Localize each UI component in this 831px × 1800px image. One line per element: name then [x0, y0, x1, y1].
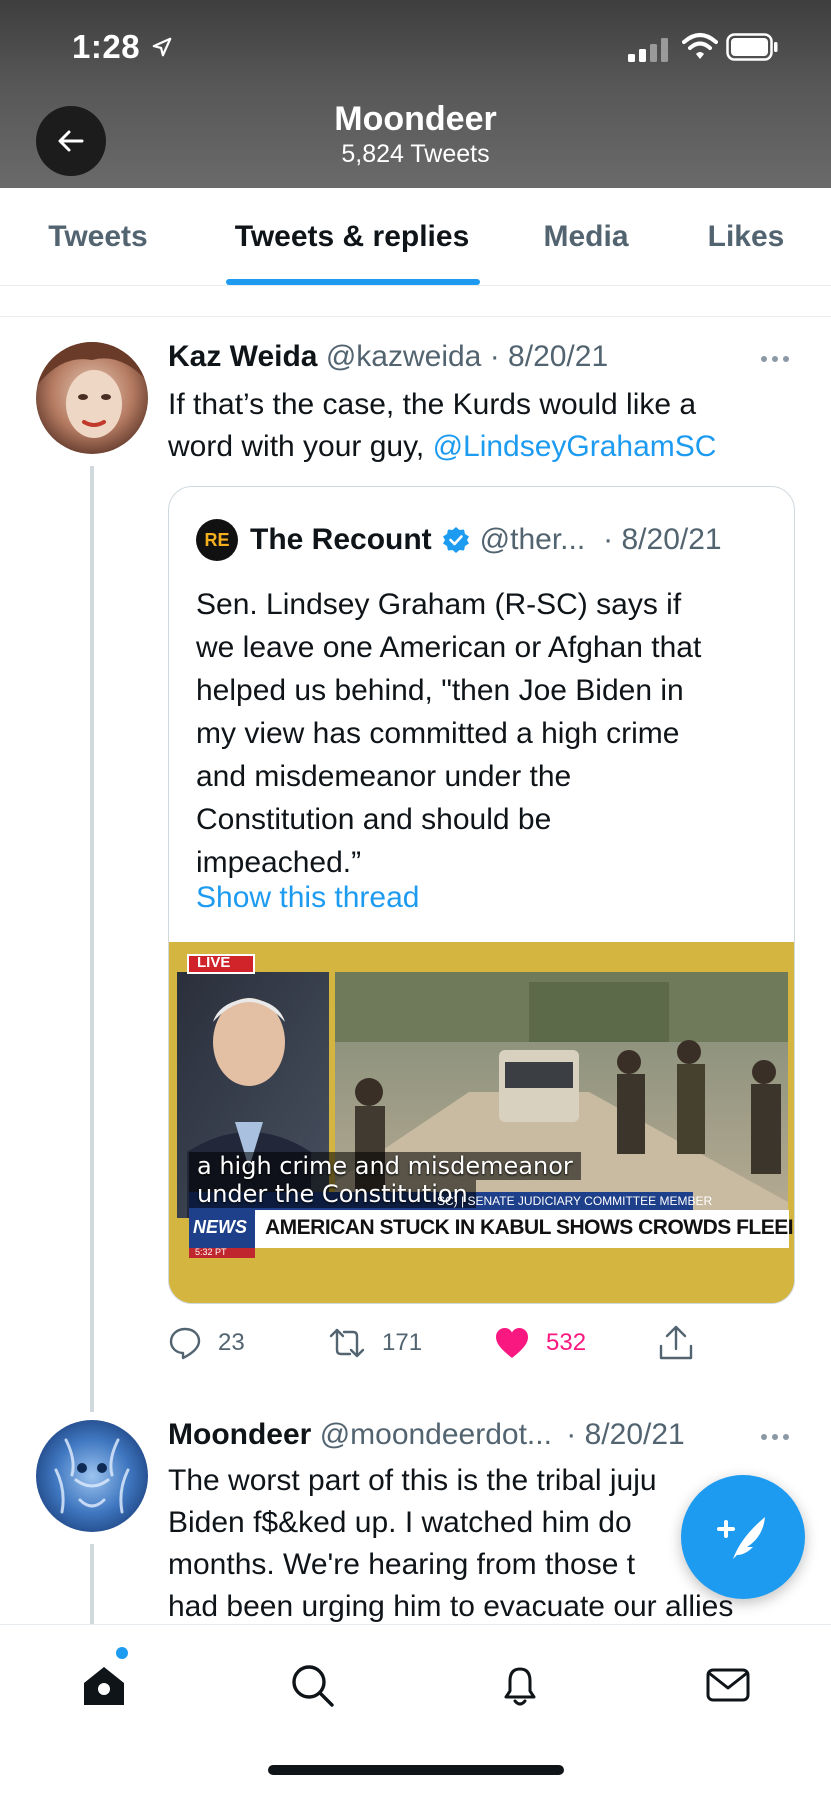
battery-icon [726, 33, 778, 61]
tweet-author-handle[interactable]: @kazweida [326, 340, 482, 373]
video-thumbnail [169, 942, 794, 1303]
quote-text-line: we leave one American or Afghan that [196, 631, 702, 664]
avatar-kaz-weida[interactable] [36, 342, 148, 454]
tweet-text-line: word with your guy, @LindseyGrahamSC [168, 430, 717, 463]
caption-line: a high crime and misdemeanor [189, 1152, 581, 1180]
tweet-date[interactable]: · 8/20/21 [566, 1418, 684, 1451]
quote-text-line: impeached.” [196, 846, 362, 879]
lower-third-subtitle: SC) | SENATE JUDICIARY COMMITTEE MEMBER [437, 1194, 713, 1208]
verified-icon [442, 527, 469, 553]
tab-tweets-and-replies[interactable]: Tweets & replies [210, 188, 494, 286]
more-icon[interactable] [760, 1432, 790, 1442]
divider [0, 316, 831, 317]
lower-third-headline: AMERICAN STUCK IN KABUL SHOWS CROWDS FLE… [265, 1216, 795, 1239]
more-icon[interactable] [760, 354, 790, 364]
status-bar: 1:28 [0, 0, 831, 96]
bottom-navigation [0, 1624, 831, 1800]
home-icon [84, 1667, 124, 1705]
profile-name: Moondeer [334, 100, 497, 138]
thread-line [90, 466, 94, 1412]
nav-search[interactable] [282, 1655, 342, 1715]
quote-text-line: my view has committed a high crime [196, 717, 680, 750]
reply-count: 23 [218, 1329, 245, 1356]
retweet-button[interactable]: 171 [328, 1320, 422, 1366]
profile-header: 1:28 Moondeer 5,824 Tweets [0, 0, 831, 188]
tweet-text-line: If that’s the case, the Kurds would like… [168, 388, 697, 421]
tweet-text: If that’s the case, the Kurds would like… [168, 384, 788, 468]
retweet-icon [329, 1328, 365, 1358]
tab-tweets[interactable]: Tweets [20, 188, 176, 286]
quote-text-line: Sen. Lindsey Graham (R-SC) says if [196, 588, 682, 621]
home-notification-dot [116, 1647, 128, 1659]
nav-home[interactable] [74, 1655, 134, 1715]
like-button[interactable]: 532 [494, 1320, 586, 1366]
caption-line: under the Constitution [189, 1180, 476, 1208]
share-icon [659, 1325, 693, 1360]
tweet-author-name[interactable]: Kaz Weida [168, 340, 318, 373]
video-player[interactable]: LIVE a high crime and misdemeanor under … [169, 942, 795, 1303]
tweet-text-line: had been urging him to evacuate our alli… [168, 1590, 734, 1623]
quote-text-line: helped us behind, "then Joe Biden in [196, 674, 684, 707]
tweet-actions: 23 171 532 [168, 1320, 795, 1366]
tab-media[interactable]: Media [520, 188, 652, 286]
network-logo: NEWS [193, 1217, 247, 1237]
quote-tweet-card[interactable]: RE The Recount @ther... · 8/20/21 Sen. L… [168, 486, 795, 1304]
wifi-icon [682, 33, 718, 59]
signal-icon [628, 38, 668, 62]
reply-button[interactable]: 23 [168, 1320, 245, 1366]
show-this-thread-link[interactable]: Show this thread [196, 881, 419, 915]
retweet-count: 171 [382, 1329, 423, 1356]
tab-likes[interactable]: Likes [690, 188, 802, 286]
tweet-author-handle[interactable]: @moondeerdot... [320, 1418, 552, 1451]
mention-link[interactable]: @LindseyGrahamSC [433, 430, 717, 463]
quote-text-line: and misdemeanor under the [196, 760, 572, 793]
the-recount-logo: RE [196, 519, 238, 561]
search-icon [292, 1665, 334, 1707]
live-badge: LIVE [197, 954, 231, 971]
nav-notifications[interactable] [490, 1655, 550, 1715]
mail-icon [706, 1668, 750, 1702]
heart-icon [496, 1328, 528, 1358]
like-count: 532 [546, 1329, 587, 1356]
nav-messages[interactable] [698, 1655, 758, 1715]
profile-tabs: Tweets Tweets & replies Media Likes [0, 188, 831, 286]
quote-tweet-text: Sen. Lindsey Graham (R-SC) says if we le… [196, 583, 776, 884]
compose-tweet-button[interactable] [681, 1475, 805, 1599]
active-tab-indicator [226, 279, 480, 285]
tweet-header: Kaz Weida @kazweida · 8/20/21 [168, 340, 608, 374]
home-indicator[interactable] [268, 1765, 564, 1775]
quote-author-name: The Recount [250, 523, 432, 556]
tweet-date[interactable]: · 8/20/21 [490, 340, 608, 373]
share-button[interactable] [658, 1320, 710, 1366]
bell-icon [504, 1667, 536, 1706]
quote-date: · 8/20/21 [603, 523, 722, 556]
quote-author-handle: @ther... [479, 523, 586, 556]
tweet-header: Moondeer @moondeerdot... · 8/20/21 [168, 1418, 685, 1452]
thread-line [90, 1544, 94, 1624]
status-time: 1:28 [72, 28, 141, 65]
quote-tweet-header: RE The Recount @ther... · 8/20/21 [196, 517, 722, 563]
tweet-author-name[interactable]: Moondeer [168, 1418, 311, 1451]
avatar-moondeer[interactable] [36, 1420, 148, 1532]
compose-tweet-icon [717, 1517, 765, 1559]
reply-icon [169, 1327, 201, 1360]
tweet-count: 5,824 Tweets [341, 140, 490, 168]
quote-text-line: Constitution and should be [196, 803, 552, 836]
location-arrow-icon [152, 37, 172, 57]
broadcast-clock: 5:32 PT [195, 1247, 227, 1257]
